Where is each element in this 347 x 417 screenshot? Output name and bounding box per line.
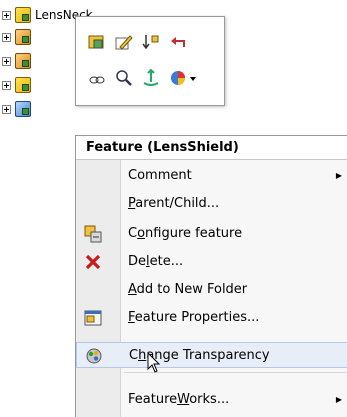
accelerator-key: W — [177, 392, 190, 407]
accelerator-key: h — [138, 348, 147, 363]
menu-item-label: Parent/Child... — [128, 196, 220, 211]
delete-icon — [84, 253, 102, 271]
menu-item-label: FeatureWorks... — [128, 392, 230, 407]
submenu-arrow-icon: ▶ — [335, 395, 342, 404]
accelerator-key: l — [146, 254, 150, 269]
accelerator-key: F — [128, 310, 135, 325]
zoom-to-selection-icon[interactable] — [113, 67, 135, 89]
tree-row-2[interactable] — [2, 26, 31, 48]
menu-item-label: Comment — [128, 168, 192, 183]
feature-icon — [15, 29, 31, 45]
context-toolbar — [75, 16, 225, 106]
edit-sketch-icon[interactable] — [113, 31, 135, 53]
menu-item-label: Feature Properties... — [128, 310, 260, 325]
edit-feature-icon[interactable] — [86, 31, 108, 53]
feature-properties-icon — [84, 309, 102, 327]
tree-row-3[interactable] — [2, 50, 31, 72]
tree-row-4[interactable] — [2, 74, 31, 96]
menu-item-add-to-new-folder[interactable]: Add to New Folder — [76, 277, 347, 303]
expand-icon[interactable] — [2, 10, 11, 20]
menu-item-change-transparency[interactable]: Change Transparency — [76, 342, 347, 368]
menu-item-feature-properties[interactable]: Feature Properties... — [76, 305, 347, 331]
feature-icon — [15, 53, 31, 69]
menu-item-comment[interactable]: Comment ▶ — [76, 163, 347, 189]
change-transparency-icon — [85, 347, 103, 365]
appearance-icon[interactable] — [168, 67, 200, 89]
rollback-icon[interactable] — [140, 31, 162, 53]
menu-item-label: Configure feature — [128, 226, 243, 241]
menu-item-label: Add to New Folder — [128, 282, 248, 297]
accelerator-key: o — [137, 226, 146, 241]
hide-show-icon[interactable] — [86, 67, 108, 89]
undo-arrow-icon[interactable] — [168, 31, 190, 53]
accelerator-key: P — [128, 196, 136, 211]
submenu-arrow-icon: ▶ — [335, 171, 342, 180]
expand-icon[interactable] — [2, 32, 11, 42]
menu-item-label: Delete... — [128, 254, 184, 269]
accelerator-key: A — [128, 282, 137, 297]
normal-to-icon[interactable] — [140, 67, 162, 89]
menu-item-parent-child[interactable]: Parent/Child... — [76, 191, 347, 217]
configure-feature-icon — [84, 225, 102, 243]
context-menu: Feature (LensShield) Comment ▶ Parent/Ch… — [75, 135, 347, 417]
expand-icon[interactable] — [2, 104, 11, 114]
mouse-cursor-icon — [147, 352, 161, 373]
expand-icon[interactable] — [2, 56, 11, 66]
feature-icon — [15, 77, 31, 93]
expand-icon[interactable] — [2, 80, 11, 90]
menu-item-delete[interactable]: Delete... — [76, 249, 347, 275]
menu-header: Feature (LensShield) — [76, 136, 347, 160]
feature-icon — [15, 7, 31, 23]
feature-icon — [15, 101, 31, 117]
menu-item-configure-feature[interactable]: Configure feature — [76, 221, 347, 247]
tree-row-lensshield[interactable] — [2, 98, 31, 120]
menu-item-featureworks[interactable]: FeatureWorks... ▶ — [76, 387, 347, 413]
